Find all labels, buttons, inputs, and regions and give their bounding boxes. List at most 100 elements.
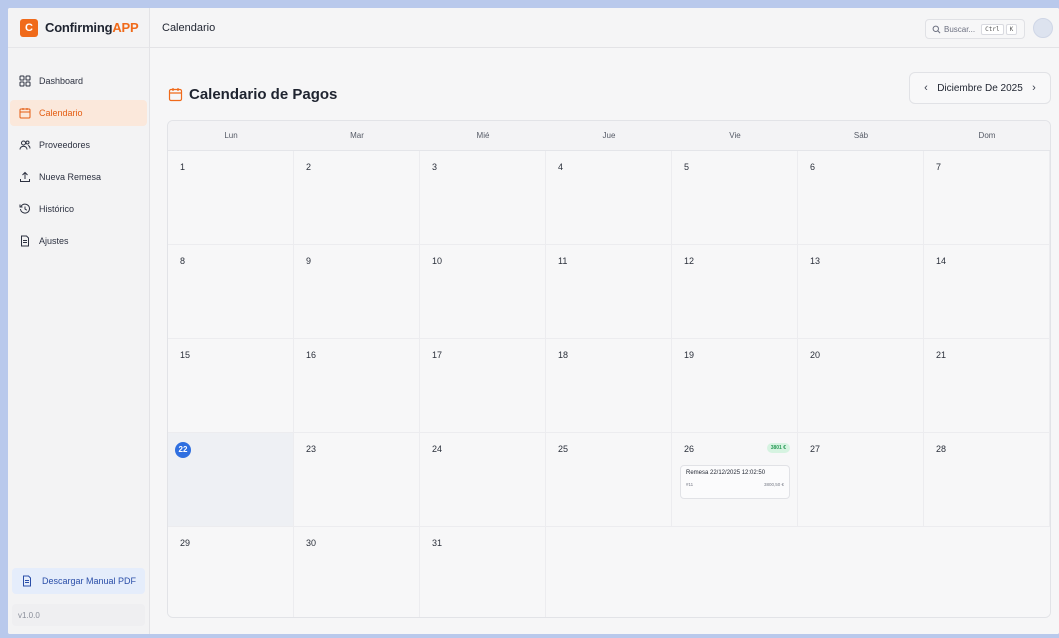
day-number: 19: [684, 350, 695, 360]
search-button[interactable]: Buscar... Ctrl K: [925, 19, 1025, 39]
calendar-day[interactable]: 12: [672, 245, 798, 339]
main-content: Calendario Buscar... Ctrl K Calendario d…: [150, 8, 1059, 634]
day-number: 9: [306, 256, 312, 266]
next-month-button[interactable]: ›: [1028, 82, 1040, 94]
sidebar-item-label: Proveedores: [39, 140, 91, 150]
today-marker: 22: [175, 441, 191, 458]
sidebar-nav: Dashboard Calendario Proveedores Nueva R…: [8, 48, 149, 254]
remesa-amount: 3800,50 €: [763, 482, 784, 487]
page-title: Calendario de Pagos: [189, 86, 338, 103]
weekday-label: Sáb: [853, 131, 869, 140]
calendar-day[interactable]: 25: [546, 433, 672, 527]
remesa-event-card[interactable]: Remesa 22/12/2025 12:02:50 #11 3800,50 €: [680, 465, 790, 499]
calendar-empty-cell: [798, 527, 924, 617]
weekday-label: Jue: [602, 131, 616, 140]
calendar-icon: [168, 88, 183, 102]
page-header: Calendario de Pagos: [168, 86, 337, 103]
calendar-day[interactable]: 30: [294, 527, 420, 617]
calendar-day-with-event[interactable]: 26 3801 € Remesa 22/12/2025 12:02:50 #11…: [672, 433, 798, 527]
sidebar-item-historico[interactable]: Histórico: [10, 196, 147, 222]
app-name-accent: APP: [112, 20, 139, 35]
remesa-id: #11: [686, 482, 694, 487]
app-name: ConfirmingAPP: [45, 20, 139, 35]
day-number: 28: [936, 444, 947, 454]
day-number: 15: [180, 350, 191, 360]
sidebar-item-nueva-remesa[interactable]: Nueva Remesa: [10, 164, 147, 190]
calendar-empty-cell: [546, 527, 672, 617]
calendar-day[interactable]: 31: [420, 527, 546, 617]
calendar-day[interactable]: 23: [294, 433, 420, 527]
calendar-day-today[interactable]: 22: [168, 433, 294, 527]
day-number: 29: [180, 538, 191, 548]
sidebar-item-label: Calendario: [39, 108, 83, 118]
weekday-label: Dom: [978, 131, 996, 140]
file-icon: [19, 235, 31, 247]
calendar-day[interactable]: 4: [546, 151, 672, 245]
version-label: v1.0.0: [12, 604, 145, 626]
calendar-day[interactable]: 20: [798, 339, 924, 433]
sidebar-item-dashboard[interactable]: Dashboard: [10, 68, 147, 94]
day-number: 5: [684, 162, 690, 172]
download-manual-button[interactable]: Descargar Manual PDF: [12, 568, 145, 594]
calendar-day[interactable]: 8: [168, 245, 294, 339]
calendar-empty-cell: [672, 527, 798, 617]
day-number: 10: [432, 256, 443, 266]
calendar-day[interactable]: 7: [924, 151, 1050, 245]
day-number: 27: [810, 444, 821, 454]
sidebar-item-calendario[interactable]: Calendario: [10, 100, 147, 126]
calendar-day[interactable]: 28: [924, 433, 1050, 527]
brand[interactable]: C ConfirmingAPP: [8, 8, 149, 48]
calendar-day[interactable]: 16: [294, 339, 420, 433]
weekday-label: Lun: [224, 131, 238, 140]
calendar-day[interactable]: 14: [924, 245, 1050, 339]
weekday-header: Lun Mar Mié Jue Vie Sáb Dom: [168, 121, 1050, 151]
calendar-day[interactable]: 1: [168, 151, 294, 245]
calendar-day[interactable]: 18: [546, 339, 672, 433]
day-number: 16: [306, 350, 317, 360]
calendar-day[interactable]: 11: [546, 245, 672, 339]
calendar-day[interactable]: 24: [420, 433, 546, 527]
calendar-day[interactable]: 21: [924, 339, 1050, 433]
calendar-day[interactable]: 5: [672, 151, 798, 245]
day-number: 6: [810, 162, 816, 172]
day-number: 2: [306, 162, 312, 172]
calendar-empty-cell: [924, 527, 1050, 617]
calendar-day[interactable]: 13: [798, 245, 924, 339]
day-number: 1: [180, 162, 186, 172]
month-navigator: ‹ Diciembre De 2025 ›: [909, 72, 1051, 104]
sidebar-item-label: Nueva Remesa: [39, 172, 102, 182]
calendar-day[interactable]: 27: [798, 433, 924, 527]
search-icon: [932, 25, 941, 33]
calendar-day[interactable]: 19: [672, 339, 798, 433]
logo-icon: C: [20, 18, 38, 37]
topbar-title: Calendario: [162, 21, 216, 34]
month-label: Diciembre De 2025: [937, 82, 1023, 94]
calendar-day[interactable]: 3: [420, 151, 546, 245]
sidebar-item-proveedores[interactable]: Proveedores: [10, 132, 147, 158]
download-manual-label: Descargar Manual PDF: [42, 576, 137, 586]
day-number: 24: [432, 444, 443, 454]
calendar-day[interactable]: 2: [294, 151, 420, 245]
day-number: 3: [432, 162, 438, 172]
sidebar-item-label: Histórico: [39, 204, 75, 214]
grid-icon: [19, 75, 31, 87]
avatar[interactable]: [1033, 18, 1053, 38]
day-number: 26: [684, 444, 695, 454]
sidebar-item-label: Ajustes: [39, 236, 69, 246]
calendar-day[interactable]: 6: [798, 151, 924, 245]
app-name-prefix: Confirming: [45, 20, 113, 35]
day-number: 13: [810, 256, 821, 266]
day-number: 7: [936, 162, 942, 172]
sidebar-item-label: Dashboard: [39, 76, 84, 86]
calendar-day[interactable]: 9: [294, 245, 420, 339]
calendar-day[interactable]: 17: [420, 339, 546, 433]
prev-month-button[interactable]: ‹: [920, 82, 932, 94]
sidebar-item-ajustes[interactable]: Ajustes: [10, 228, 147, 254]
calendar-day[interactable]: 15: [168, 339, 294, 433]
calendar-day[interactable]: 10: [420, 245, 546, 339]
day-number: 18: [558, 350, 569, 360]
shortcut-key-k: K: [1005, 23, 1018, 35]
calendar-icon: [19, 107, 31, 119]
day-number: 14: [936, 256, 947, 266]
calendar-day[interactable]: 29: [168, 527, 294, 617]
